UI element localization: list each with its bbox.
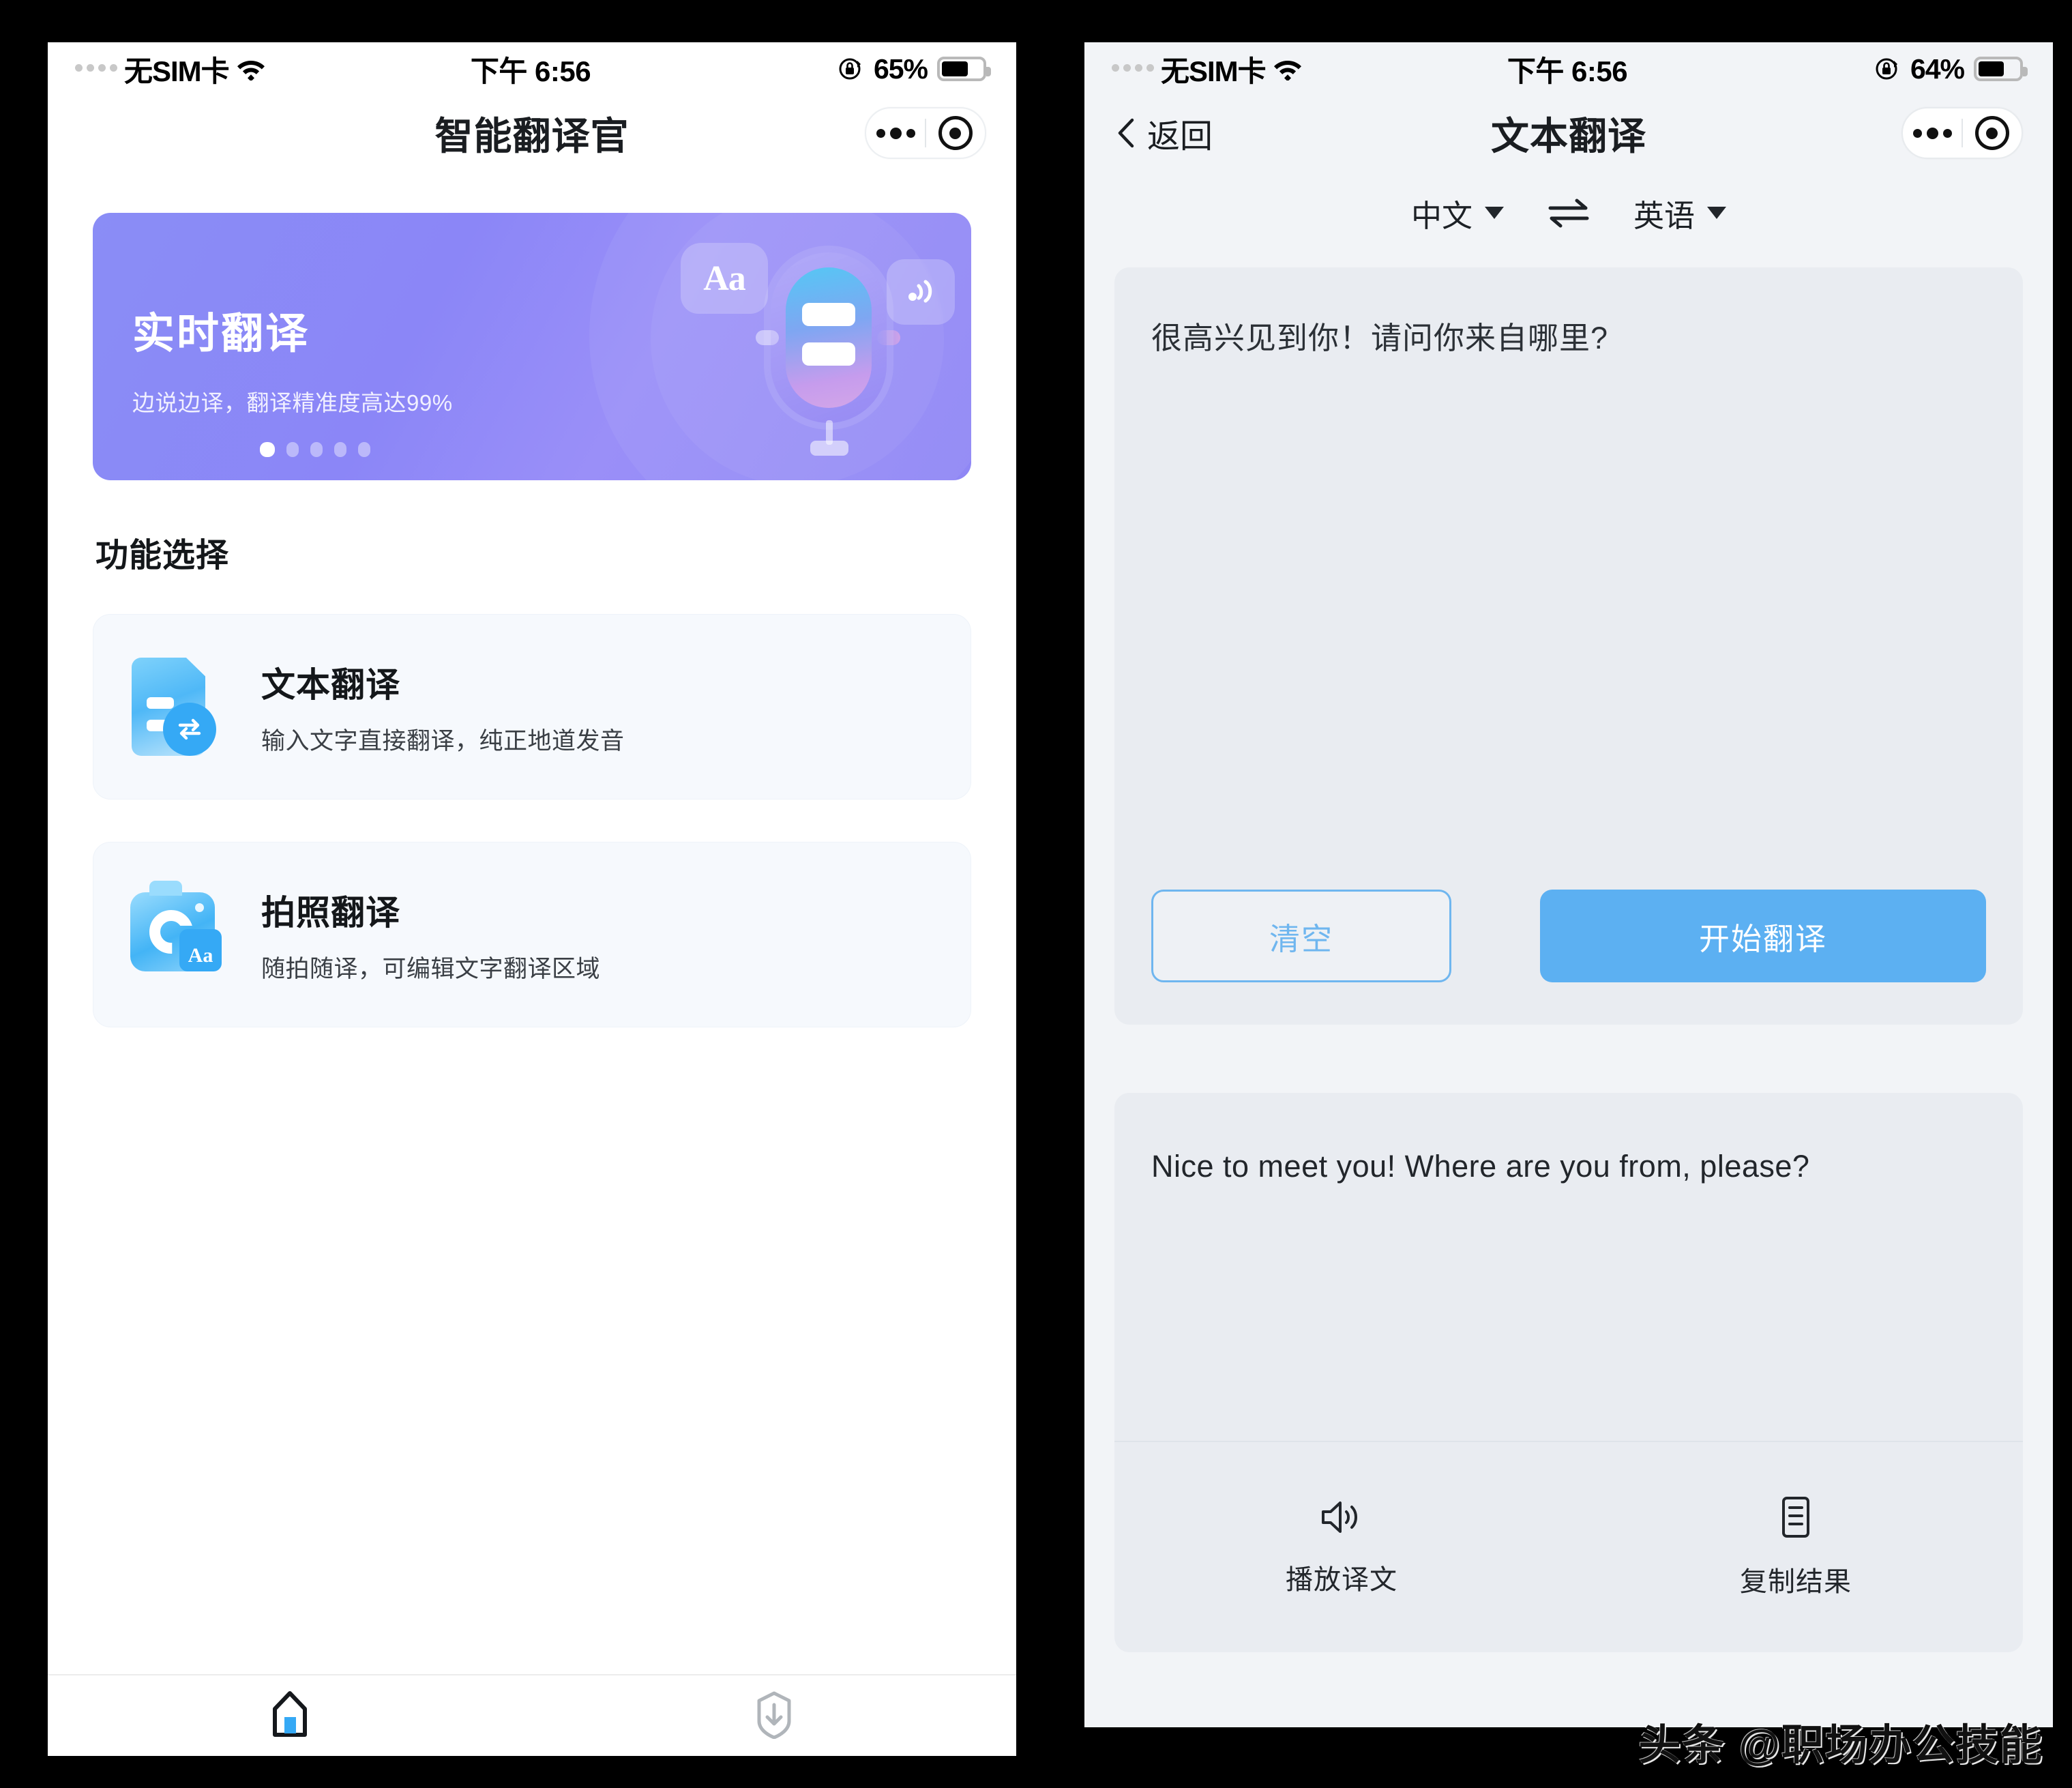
feature-card-photo-translate[interactable]: Aa 拍照翻译 随拍随译，可编辑文字翻译区域	[93, 842, 971, 1027]
feature-desc: 输入文字直接翻译，纯正地道发音	[261, 727, 625, 754]
action-label: 播放译文	[1286, 1565, 1397, 1595]
camera-aa-badge: Aa	[179, 929, 222, 971]
feature-name: 文本翻译	[261, 665, 400, 704]
target-language-label: 英语	[1633, 198, 1696, 233]
status-bar-left: 无SIM卡 下午 6:56 65%	[48, 42, 1016, 96]
feature-card-text-translate[interactable]: 文本翻译 输入文字直接翻译，纯正地道发音	[93, 614, 971, 800]
tab-download[interactable]: 下载	[532, 1690, 1016, 1756]
battery-percent-label: 65%	[873, 53, 928, 85]
back-label: 返回	[1147, 119, 1213, 155]
banner-title: 实时翻译	[132, 310, 310, 357]
clear-button[interactable]: 清空	[1151, 890, 1451, 982]
result-action-row: 播放译文 复制结果	[1114, 1441, 2023, 1652]
home-icon	[273, 1691, 307, 1737]
more-menu-icon[interactable]	[866, 127, 925, 139]
download-icon	[757, 1691, 791, 1739]
mic-stand	[810, 441, 848, 456]
translate-button[interactable]: 开始翻译	[1540, 890, 1986, 982]
tab-home[interactable]: 首页	[48, 1690, 532, 1756]
screenshot-canvas: 无SIM卡 下午 6:56 65% 智能翻译官 实时翻译 边说边译，翻译精准度高…	[0, 0, 2072, 1788]
status-time: 下午 6:56	[1507, 55, 1628, 87]
banner-voice-wave-icon	[887, 259, 955, 325]
source-language-label: 中文	[1410, 198, 1472, 233]
chevron-left-icon	[1118, 118, 1134, 148]
input-button-row: 清空 开始翻译	[1151, 890, 1986, 982]
bottom-tab-bar: 首页 下载	[48, 1674, 1016, 1756]
wifi-icon	[237, 61, 265, 80]
nav-bar-left: 智能翻译官	[48, 96, 1016, 171]
rotation-lock-icon	[839, 58, 861, 80]
signal-dots-icon	[75, 63, 117, 74]
document-translate-icon	[125, 652, 228, 761]
banner-pagination-dots[interactable]	[260, 442, 370, 457]
close-target-icon[interactable]	[1963, 116, 2022, 150]
watermark: 头条 @职场办公技能	[1638, 1722, 2043, 1769]
camera-translate-icon: Aa	[125, 880, 228, 989]
miniprogram-capsule-left[interactable]	[865, 107, 986, 159]
action-label: 复制结果	[1740, 1567, 1852, 1597]
banner-subtitle: 边说边译，翻译精准度高达99%	[132, 390, 453, 415]
status-right-group: 65%	[591, 53, 992, 85]
more-menu-icon[interactable]	[1903, 127, 1962, 139]
home-content: 实时翻译 边说边译，翻译精准度高达99% Aa 功能选择 文本翻译 输入文字直接…	[48, 213, 1016, 1756]
copy-icon	[1782, 1497, 1809, 1538]
section-title-features: 功能选择	[95, 538, 230, 574]
result-card: Nice to meet you! Where are you from, pl…	[1114, 1093, 2023, 1652]
wifi-icon	[1273, 61, 1301, 80]
battery-percent-label: 64%	[1910, 53, 1965, 85]
page-title: 智能翻译官	[434, 114, 630, 158]
status-time: 下午 6:56	[470, 55, 591, 87]
chevron-down-icon	[1485, 207, 1504, 219]
source-text-input[interactable]: 很高兴见到你！请问你来自哪里?	[1151, 315, 1986, 362]
source-language-picker[interactable]: 中文	[1411, 191, 1504, 235]
banner-illustration: Aa	[675, 213, 962, 480]
swap-arrows-icon[interactable]	[1546, 197, 1591, 229]
battery-icon	[1974, 57, 2028, 81]
tab-label: 首页	[267, 1751, 313, 1756]
target-language-picker[interactable]: 英语	[1633, 191, 1727, 235]
language-selector-row: 中文 英语	[1114, 171, 2023, 255]
status-left-group: 无SIM卡	[1112, 48, 1507, 90]
battery-icon	[937, 57, 992, 81]
phone-screen-text-translate: 无SIM卡 下午 6:56 64% 返回 文本翻译 中文 英语 很高兴见到你！请…	[1084, 42, 2053, 1727]
copy-result-button[interactable]: 复制结果	[1569, 1495, 2023, 1599]
status-bar-right: 无SIM卡 下午 6:56 64%	[1084, 42, 2053, 96]
microphone-icon	[771, 252, 887, 423]
tab-label: 下载	[751, 1751, 797, 1756]
signal-dots-icon	[1112, 63, 1154, 74]
banner-aa-chip-icon: Aa	[681, 243, 768, 314]
close-target-icon[interactable]	[926, 116, 985, 150]
promo-banner[interactable]: 实时翻译 边说边译，翻译精准度高达99% Aa	[93, 213, 971, 480]
rotation-lock-icon	[1876, 58, 1897, 80]
nav-bar-right: 返回 文本翻译	[1084, 96, 2053, 171]
translate-content: 中文 英语 很高兴见到你！请问你来自哪里? 清空 开始翻译 Nice to me…	[1084, 171, 2053, 1727]
chevron-down-icon	[1707, 207, 1727, 219]
carrier-label: 无SIM卡	[124, 55, 230, 87]
status-left-group: 无SIM卡	[75, 48, 471, 90]
status-right-group: 64%	[1627, 53, 2028, 85]
play-translation-button[interactable]: 播放译文	[1114, 1497, 1569, 1597]
feature-desc: 随拍随译，可编辑文字翻译区域	[261, 955, 601, 982]
back-button[interactable]: 返回	[1117, 109, 1213, 157]
result-text: Nice to meet you! Where are you from, pl…	[1151, 1149, 1810, 1184]
source-text-card: 很高兴见到你！请问你来自哪里? 清空 开始翻译	[1114, 267, 2023, 1025]
miniprogram-capsule-right[interactable]	[1901, 107, 2023, 159]
speaker-icon	[1322, 1501, 1357, 1533]
carrier-label: 无SIM卡	[1161, 55, 1267, 87]
phone-screen-home: 无SIM卡 下午 6:56 65% 智能翻译官 实时翻译 边说边译，翻译精准度高…	[48, 42, 1016, 1756]
feature-name: 拍照翻译	[261, 893, 400, 932]
page-title: 文本翻译	[1491, 114, 1646, 158]
